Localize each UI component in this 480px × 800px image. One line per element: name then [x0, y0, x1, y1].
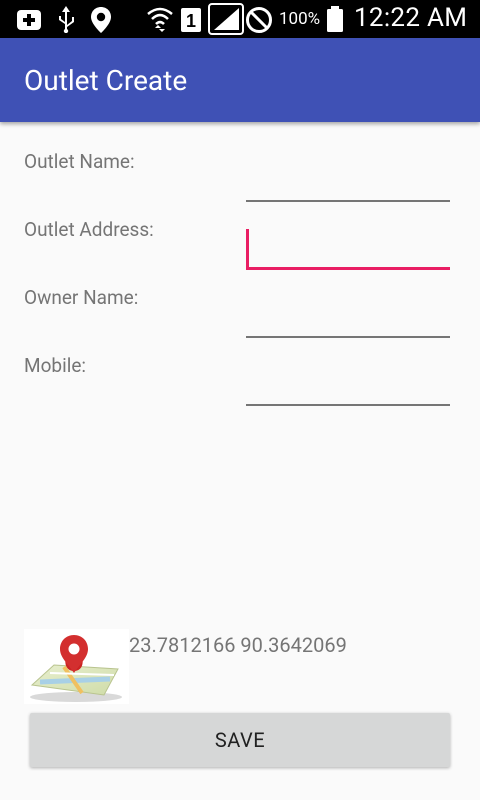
sim-1-icon: 1	[181, 8, 201, 32]
wifi-icon	[147, 7, 173, 32]
usb-icon	[59, 6, 74, 33]
mobile-label: Mobile:	[24, 354, 87, 377]
text-cursor	[246, 229, 249, 267]
add-notification-icon	[17, 10, 41, 30]
outlet-address-label: Outlet Address:	[24, 218, 154, 241]
map-pin-icon[interactable]	[24, 629, 129, 704]
outlet-address-input[interactable]	[246, 230, 450, 270]
battery-icon	[327, 6, 343, 32]
owner-name-input[interactable]	[246, 298, 450, 338]
app-bar: Outlet Create	[0, 38, 480, 122]
outlet-name-input[interactable]	[246, 162, 450, 202]
sim-slot-number: 1	[186, 11, 196, 31]
outlet-name-label: Outlet Name:	[24, 150, 135, 173]
mobile-input[interactable]	[246, 366, 450, 406]
location-icon	[91, 7, 111, 33]
page-title: Outlet Create	[24, 64, 188, 97]
save-button[interactable]: SAVE	[30, 713, 450, 767]
location-coordinates: 23.7812166 90.3642069	[129, 633, 347, 657]
signal-icon	[208, 3, 244, 35]
status-clock: 12:22 AM	[354, 3, 468, 33]
do-not-disturb-icon	[246, 7, 272, 33]
owner-name-label: Owner Name:	[24, 286, 139, 309]
status-bar: 1 100% 12:22 AM	[0, 0, 480, 38]
battery-percentage: 100%	[279, 9, 321, 29]
